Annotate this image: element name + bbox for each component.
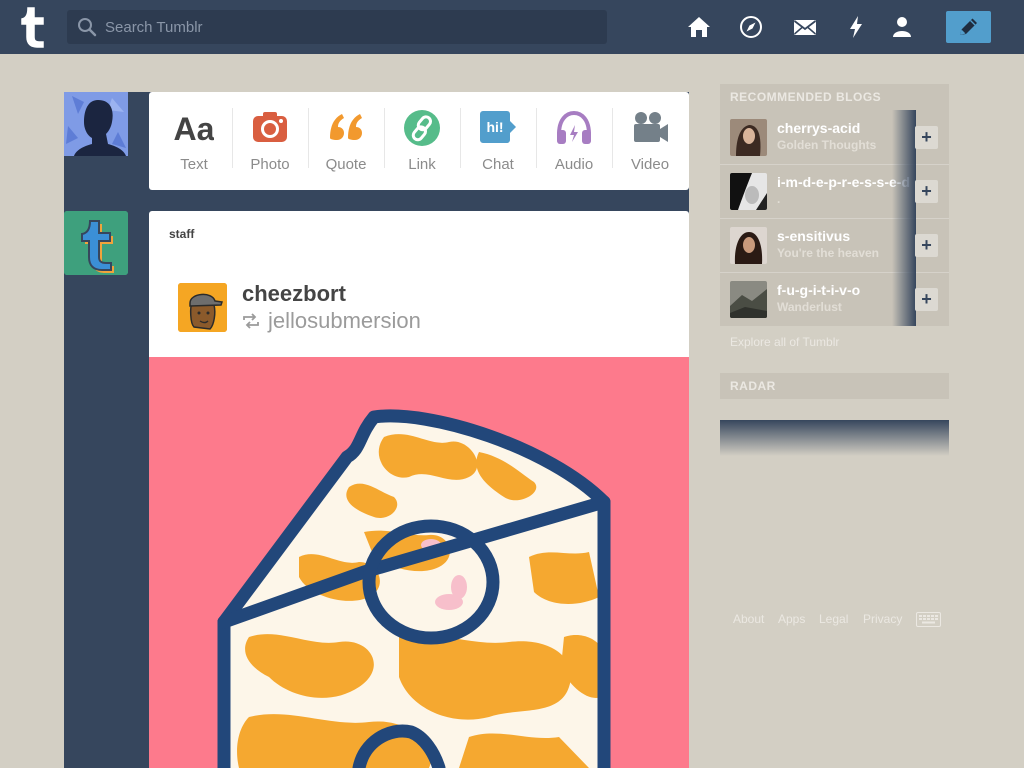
keyboard-shortcuts-icon[interactable] (916, 612, 941, 627)
search-input[interactable] (105, 10, 595, 44)
reblogger-name[interactable]: cheezbort (242, 281, 346, 307)
post-type-label: Audio (554, 156, 594, 173)
pencil-icon (960, 18, 977, 35)
quote-icon (330, 114, 362, 140)
search-icon (78, 18, 97, 37)
radar-content[interactable] (720, 420, 949, 456)
activity-icon[interactable] (843, 14, 869, 40)
recommended-blogs-list: cherrys-acid Golden Thoughts + i-m-d-e-p… (720, 110, 949, 326)
follow-button[interactable]: + (915, 288, 938, 311)
post-type-bar: Aa Text Photo Quote Link hi! Chat Audio … (149, 92, 689, 190)
explore-icon[interactable] (738, 14, 764, 40)
post-type-quote[interactable]: Quote (308, 92, 384, 190)
fade-overlay (892, 272, 916, 326)
list-item[interactable]: cherrys-acid Golden Thoughts + (720, 110, 949, 164)
headphones-icon (557, 110, 591, 144)
blog-avatar[interactable] (730, 119, 767, 156)
text-aa-icon: Aa (174, 111, 214, 147)
blog-title: . (777, 192, 781, 206)
list-item[interactable]: s-ensitivus You're the heaven + (720, 218, 949, 272)
user-avatar[interactable] (64, 92, 128, 156)
messages-icon[interactable] (792, 14, 818, 40)
compose-button[interactable] (946, 11, 991, 43)
list-item[interactable]: f-u-g-i-t-i-v-o Wanderlust + (720, 272, 949, 326)
svg-text:Aa: Aa (174, 111, 214, 147)
explore-link[interactable]: Explore all of Tumblr (730, 335, 839, 349)
reblog-source[interactable]: jellosubmersion (242, 308, 421, 334)
footer-link-about[interactable]: About (733, 612, 764, 626)
staff-avatar[interactable] (64, 211, 128, 275)
post-type-label: Quote (325, 156, 367, 173)
post-type-label: Video (630, 156, 670, 173)
blog-avatar[interactable] (730, 227, 767, 264)
follow-button[interactable]: + (915, 234, 938, 257)
camera-icon (253, 112, 287, 142)
post-author[interactable]: staff (169, 227, 194, 241)
post-type-chat[interactable]: hi! Chat (460, 92, 536, 190)
follow-button[interactable]: + (915, 126, 938, 149)
radar-title: RADAR (720, 373, 949, 399)
post-type-photo[interactable]: Photo (232, 92, 308, 190)
footer-link-apps[interactable]: Apps (778, 612, 805, 626)
blog-avatar[interactable] (730, 173, 767, 210)
search-bar[interactable] (67, 10, 607, 44)
post-type-label: Link (408, 156, 436, 173)
reblog-icon (243, 313, 259, 329)
blog-name[interactable]: s-ensitivus (777, 228, 911, 244)
follow-button[interactable]: + (915, 180, 938, 203)
post-image[interactable] (149, 357, 689, 768)
link-icon (404, 110, 440, 146)
tumblr-logo[interactable] (16, 6, 52, 48)
cheese-illustration (217, 409, 611, 768)
blog-title: Golden Thoughts (777, 138, 877, 152)
svg-text:hi!: hi! (486, 119, 503, 135)
fade-overlay (892, 218, 916, 272)
chat-icon: hi! (480, 111, 516, 143)
blog-title: You're the heaven (777, 246, 879, 260)
home-icon[interactable] (686, 14, 712, 40)
reblogger-avatar[interactable] (178, 283, 227, 332)
fade-overlay (892, 164, 916, 218)
footer-link-legal[interactable]: Legal (819, 612, 848, 626)
blog-title: Wanderlust (777, 300, 842, 314)
post-type-video[interactable]: Video (612, 92, 688, 190)
footer-link-privacy[interactable]: Privacy (863, 612, 902, 626)
blog-name[interactable]: i-m-d-e-p-r-e-s-s-e-d (777, 174, 911, 190)
video-camera-icon (634, 112, 668, 142)
post-type-label: Text (180, 156, 208, 173)
fade-overlay (892, 110, 916, 164)
list-item[interactable]: i-m-d-e-p-r-e-s-s-e-d . + (720, 164, 949, 218)
blog-name[interactable]: f-u-g-i-t-i-v-o (777, 282, 911, 298)
recommended-blogs-title: RECOMMENDED BLOGS (720, 84, 949, 110)
dashboard-post: staff cheezbort jellosubmersion (149, 211, 689, 768)
blog-name[interactable]: cherrys-acid (777, 120, 911, 136)
account-icon[interactable] (889, 14, 915, 40)
post-type-text[interactable]: Aa Text (156, 92, 232, 190)
reblog-source-name: jellosubmersion (268, 308, 421, 333)
top-bar (0, 0, 1024, 54)
post-type-label: Photo (250, 156, 290, 173)
post-type-audio[interactable]: Audio (536, 92, 612, 190)
post-type-link[interactable]: Link (384, 92, 460, 190)
blog-avatar[interactable] (730, 281, 767, 318)
post-type-label: Chat (482, 156, 514, 173)
